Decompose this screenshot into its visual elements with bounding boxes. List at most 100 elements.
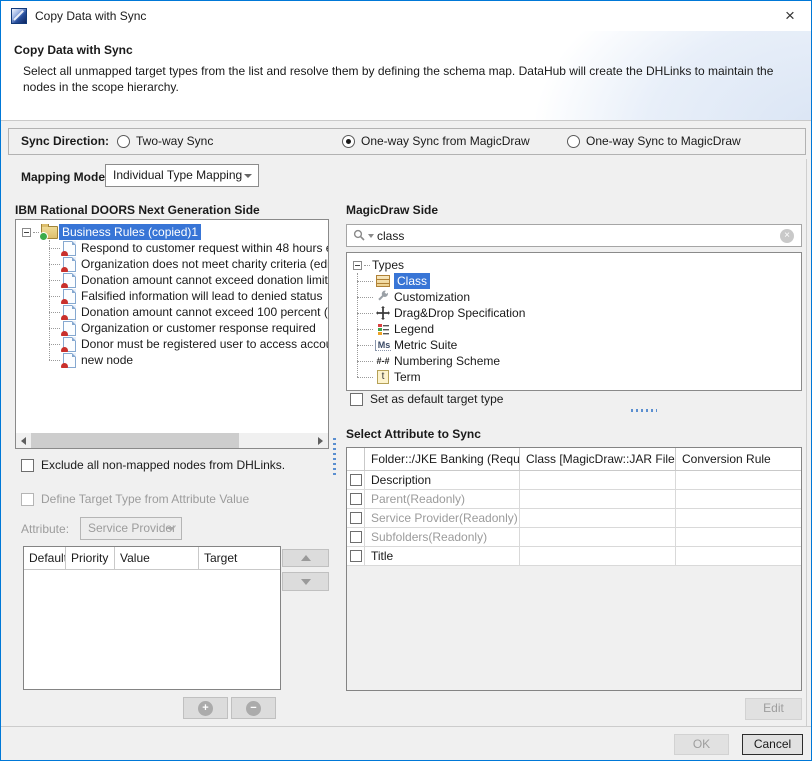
tree-node[interactable]: Organization or customer response requir… bbox=[16, 320, 328, 336]
title-bar[interactable]: Copy Data with Sync × bbox=[1, 1, 811, 32]
column-header[interactable]: Priority bbox=[66, 547, 115, 570]
collapse-icon[interactable] bbox=[353, 261, 362, 270]
attribute-name[interactable]: Subfolders(Readonly) bbox=[365, 528, 520, 547]
add-row-button[interactable]: + bbox=[183, 697, 228, 719]
mapped-attribute[interactable] bbox=[520, 528, 676, 547]
tree-node-term[interactable]: t Term bbox=[347, 369, 801, 385]
column-header[interactable]: Folder::/JKE Banking (Requi... bbox=[365, 448, 520, 471]
search-icon[interactable] bbox=[353, 229, 374, 242]
tree-node[interactable]: Donation amount cannot exceed donation l… bbox=[16, 272, 328, 288]
checkbox-icon[interactable] bbox=[350, 550, 362, 562]
tree-node-label[interactable]: Donor must be registered user to access … bbox=[81, 337, 328, 351]
mapped-attribute[interactable] bbox=[520, 547, 676, 566]
table-row[interactable]: Service Provider(Readonly) bbox=[347, 509, 801, 528]
tree-node-label[interactable]: Donation amount cannot exceed 100 percen… bbox=[81, 305, 328, 319]
scroll-right-icon[interactable] bbox=[313, 433, 328, 448]
tree-node-numbering-scheme[interactable]: #-# Numbering Scheme bbox=[347, 353, 801, 369]
tree-node-label[interactable]: Term bbox=[394, 370, 421, 384]
attribute-sync-table[interactable]: Folder::/JKE Banking (Requi... Class [Ma… bbox=[346, 447, 802, 691]
tree-node-label-selected[interactable]: Class bbox=[394, 273, 430, 289]
checkbox-icon[interactable] bbox=[350, 474, 362, 486]
column-header[interactable]: Value bbox=[115, 547, 199, 570]
conversion-rule[interactable] bbox=[676, 471, 801, 490]
checkbox-icon[interactable] bbox=[350, 512, 362, 524]
search-options-caret-icon[interactable] bbox=[368, 234, 374, 238]
tree-node-label[interactable]: Drag&Drop Specification bbox=[394, 306, 525, 320]
ok-button[interactable]: OK bbox=[674, 734, 729, 755]
table-row[interactable]: Parent(Readonly) bbox=[347, 490, 801, 509]
mapped-attribute[interactable] bbox=[520, 509, 676, 528]
edit-button[interactable]: Edit bbox=[745, 698, 802, 720]
tree-node-label-selected[interactable]: Business Rules (copied)1 bbox=[59, 224, 201, 240]
column-header[interactable]: Default bbox=[24, 547, 66, 570]
remove-row-button[interactable]: − bbox=[231, 697, 276, 719]
mapped-attribute[interactable] bbox=[520, 490, 676, 509]
collapse-icon[interactable] bbox=[22, 228, 31, 237]
tree-node-dragdrop[interactable]: Drag&Drop Specification bbox=[347, 305, 801, 321]
doors-tree[interactable]: Business Rules (copied)1 Respond to cust… bbox=[15, 219, 329, 449]
tree-node-label[interactable]: Donation amount cannot exceed donation l… bbox=[81, 273, 328, 287]
checkbox-icon[interactable] bbox=[21, 459, 34, 472]
splitter-handle-horizontal[interactable] bbox=[631, 409, 657, 412]
attribute-name[interactable]: Service Provider(Readonly) bbox=[365, 509, 520, 528]
tree-node-class[interactable]: Class bbox=[347, 273, 801, 289]
clear-search-icon[interactable]: × bbox=[780, 229, 794, 243]
tree-node-types-root[interactable]: Types bbox=[347, 257, 801, 273]
attribute-name[interactable]: Parent(Readonly) bbox=[365, 490, 520, 509]
conversion-rule[interactable] bbox=[676, 509, 801, 528]
mapped-attribute[interactable] bbox=[520, 471, 676, 490]
type-search-box[interactable]: × bbox=[346, 224, 802, 247]
tree-node-label[interactable]: Metric Suite bbox=[394, 338, 457, 352]
tree-node[interactable]: Respond to customer request within 48 ho… bbox=[16, 240, 328, 256]
column-header[interactable]: Class [MagicDraw::JAR File ... bbox=[520, 448, 676, 471]
radio-icon[interactable] bbox=[117, 135, 130, 148]
tree-node-label[interactable]: Customization bbox=[394, 290, 470, 304]
tree-node[interactable]: Donor must be registered user to access … bbox=[16, 336, 328, 352]
move-down-button[interactable] bbox=[282, 572, 329, 591]
search-input[interactable] bbox=[377, 229, 780, 243]
attribute-name[interactable]: Title bbox=[365, 547, 520, 566]
table-row[interactable]: Description bbox=[347, 471, 801, 490]
set-default-target-checkbox[interactable]: Set as default target type bbox=[350, 392, 503, 406]
table-row[interactable]: Title bbox=[347, 547, 801, 566]
tree-node[interactable]: Organization does not meet charity crite… bbox=[16, 256, 328, 272]
tree-node[interactable]: Donation amount cannot exceed 100 percen… bbox=[16, 304, 328, 320]
horizontal-scrollbar[interactable] bbox=[16, 433, 328, 448]
types-tree[interactable]: Types Class Customization Drag&Drop Spec bbox=[346, 252, 802, 391]
tree-node[interactable]: Falsified information will lead to denie… bbox=[16, 288, 328, 304]
table-row[interactable]: Subfolders(Readonly) bbox=[347, 528, 801, 547]
tree-node-label[interactable]: Organization does not meet charity crite… bbox=[81, 257, 328, 271]
scroll-left-icon[interactable] bbox=[16, 433, 31, 448]
tree-node-label[interactable]: Respond to customer request within 48 ho… bbox=[81, 241, 328, 255]
radio-two-way-sync[interactable]: Two-way Sync bbox=[117, 134, 213, 148]
tree-node-label[interactable]: Types bbox=[372, 258, 404, 272]
column-header[interactable]: Conversion Rule bbox=[676, 448, 801, 471]
tree-node-legend[interactable]: Legend bbox=[347, 321, 801, 337]
tree-node-root[interactable]: Business Rules (copied)1 bbox=[16, 224, 328, 240]
column-header[interactable]: Target bbox=[199, 547, 280, 570]
checkbox-icon[interactable] bbox=[350, 531, 362, 543]
tree-node-label[interactable]: Organization or customer response requir… bbox=[81, 321, 316, 335]
radio-one-way-to-magicdraw[interactable]: One-way Sync to MagicDraw bbox=[567, 134, 741, 148]
scrollbar-thumb[interactable] bbox=[31, 433, 239, 448]
radio-icon-selected[interactable] bbox=[342, 135, 355, 148]
attribute-name[interactable]: Description bbox=[365, 471, 520, 490]
conversion-rule[interactable] bbox=[676, 490, 801, 509]
tree-node-label[interactable]: Legend bbox=[394, 322, 434, 336]
tree-node-label[interactable]: new node bbox=[81, 353, 133, 367]
move-up-button[interactable] bbox=[282, 549, 329, 567]
splitter-handle-vertical[interactable] bbox=[333, 438, 336, 476]
mapping-mode-select[interactable]: Individual Type Mapping bbox=[105, 164, 259, 187]
tree-node-label[interactable]: Falsified information will lead to denie… bbox=[81, 289, 322, 303]
tree-node-metric-suite[interactable]: Ms Metric Suite bbox=[347, 337, 801, 353]
radio-one-way-from-magicdraw[interactable]: One-way Sync from MagicDraw bbox=[342, 134, 530, 148]
tree-node-label[interactable]: Numbering Scheme bbox=[394, 354, 500, 368]
conversion-rule[interactable] bbox=[676, 528, 801, 547]
cancel-button[interactable]: Cancel bbox=[742, 734, 803, 755]
exclude-nonmapped-checkbox[interactable]: Exclude all non-mapped nodes from DHLink… bbox=[21, 458, 285, 472]
tree-node[interactable]: new node bbox=[16, 352, 328, 368]
tree-node-customization[interactable]: Customization bbox=[347, 289, 801, 305]
close-icon[interactable]: × bbox=[777, 4, 803, 28]
checkbox-icon[interactable] bbox=[350, 493, 362, 505]
checkbox-icon[interactable] bbox=[350, 393, 363, 406]
